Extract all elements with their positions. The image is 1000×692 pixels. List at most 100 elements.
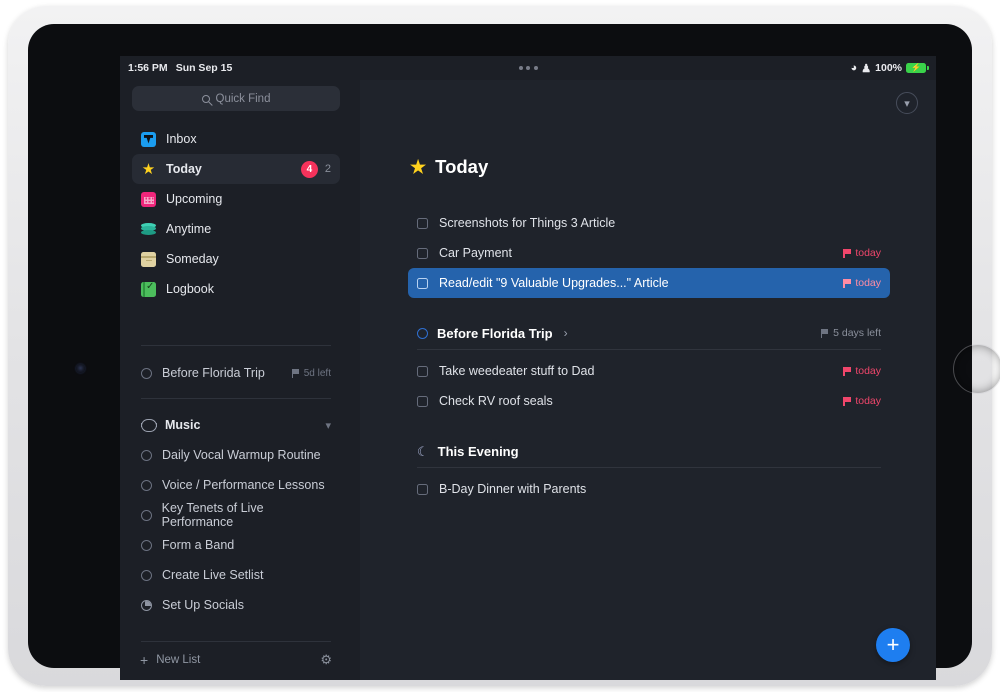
project-circle-icon xyxy=(141,539,152,551)
status-bar-center xyxy=(120,66,936,70)
todo-due-label: today xyxy=(855,365,881,377)
search-input[interactable]: Quick Find xyxy=(132,86,340,111)
star-icon: ★ xyxy=(410,157,427,177)
new-list-button[interactable]: New List xyxy=(156,654,200,666)
todo-title: Check RV roof seals xyxy=(439,394,553,408)
status-badge: 4 xyxy=(300,160,318,178)
sidebar-divider xyxy=(141,345,331,346)
group-title: Before Florida Trip xyxy=(437,325,553,341)
flag-icon xyxy=(843,278,851,288)
sidebar-item-label: Today xyxy=(166,162,202,176)
sidebar-item-logbook[interactable]: Logbook xyxy=(132,274,340,304)
tablet-device-frame: 1:56 PM Sun Sep 15 ◕ ♟ 100% ⚡ Quick Find xyxy=(8,6,1000,686)
flag-icon xyxy=(843,396,851,406)
sidebar-item-inbox[interactable]: Inbox xyxy=(132,124,340,154)
deadline-label: 5d left xyxy=(303,367,331,379)
sidebar-divider xyxy=(141,398,331,399)
star-icon: ★ xyxy=(141,160,156,178)
logbook-icon xyxy=(141,281,156,297)
add-todo-icon[interactable]: + xyxy=(876,628,910,662)
flag-icon xyxy=(291,368,300,378)
group-divider xyxy=(417,467,881,468)
sidebar: Quick Find Inbox ★ Today 4 2 Upcoming An… xyxy=(120,80,360,680)
gear-icon[interactable]: ⚙ xyxy=(320,652,332,668)
sidebar-item-label: Logbook xyxy=(166,282,214,296)
list-item[interactable]: Take weedeater stuff to Dad today xyxy=(408,356,890,386)
group-deadline-label: 5 days left xyxy=(833,327,881,339)
chevron-down-circle-icon[interactable]: ▾ xyxy=(896,92,918,114)
group-meta: 5 days left xyxy=(821,327,881,339)
flag-icon xyxy=(821,328,829,338)
todo-due: today xyxy=(843,365,881,377)
sidebar-footer: + New List ⚙ xyxy=(132,648,340,672)
more-options-icon[interactable] xyxy=(518,66,538,70)
todo-title: Screenshots for Things 3 Article xyxy=(439,216,616,230)
sidebar-item-voice-performance-lessons[interactable]: Voice / Performance Lessons xyxy=(132,470,340,500)
main-content: ▾ ★ Today Screenshots for Things 3 Artic… xyxy=(360,80,936,680)
battery-percent: 100% xyxy=(875,62,902,74)
sidebar-item-today[interactable]: ★ Today 4 2 xyxy=(132,154,340,184)
todo-list: Screenshots for Things 3 Article Car Pay… xyxy=(408,208,890,504)
sidebar-item-label: Someday xyxy=(166,252,219,266)
secondary-count: 2 xyxy=(324,163,331,175)
checkbox-icon[interactable] xyxy=(417,483,428,495)
todo-title: Take weedeater stuff to Dad xyxy=(439,364,595,378)
list-item[interactable]: B-Day Dinner with Parents xyxy=(408,474,890,504)
sidebar-item-label: Upcoming xyxy=(166,192,223,206)
project-circle-icon xyxy=(141,479,152,491)
wifi-icon: ◕ xyxy=(850,62,858,74)
page-title: ★ Today xyxy=(410,156,488,178)
group-header-this-evening[interactable]: ☾ This Evening xyxy=(408,438,890,464)
project-progress-icon xyxy=(141,599,152,611)
list-item[interactable]: Check RV roof seals today xyxy=(408,386,890,416)
todo-due: today xyxy=(843,395,881,407)
chevron-down-icon[interactable]: ▾ xyxy=(325,419,331,432)
battery-charging-icon: ⚡ xyxy=(906,63,929,73)
sidebar-item-key-tenets-of-live-performance[interactable]: Key Tenets of Live Performance xyxy=(132,500,340,530)
list-item[interactable]: Car Payment today xyxy=(408,238,890,268)
plus-icon[interactable]: + xyxy=(140,653,148,667)
todo-due: today xyxy=(843,277,881,289)
todo-due-label: today xyxy=(855,395,881,407)
checkbox-icon[interactable] xyxy=(417,217,428,229)
sidebar-item-anytime[interactable]: Anytime xyxy=(132,214,340,244)
checkbox-icon[interactable] xyxy=(417,365,428,377)
list-item[interactable]: Screenshots for Things 3 Article xyxy=(408,208,890,238)
sidebar-item-upcoming[interactable]: Upcoming xyxy=(132,184,340,214)
device-bezel: 1:56 PM Sun Sep 15 ◕ ♟ 100% ⚡ Quick Find xyxy=(28,24,1000,680)
layers-icon xyxy=(141,222,156,237)
sidebar-area-music: Music ▾ Daily Vocal Warmup Routine Voice… xyxy=(132,410,340,620)
sidebar-item-counts: 4 2 xyxy=(300,160,331,178)
flag-icon xyxy=(843,366,851,376)
checkbox-icon[interactable] xyxy=(417,277,428,289)
sidebar-item-set-up-socials[interactable]: Set Up Socials xyxy=(132,590,340,620)
project-circle-icon xyxy=(141,569,152,581)
group-title: This Evening xyxy=(437,443,519,459)
chevron-right-icon[interactable]: › xyxy=(564,326,568,340)
inbox-icon xyxy=(141,131,156,147)
calendar-icon xyxy=(141,191,156,207)
sidebar-item-create-live-setlist[interactable]: Create Live Setlist xyxy=(132,560,340,590)
sidebar-area-header[interactable]: Music ▾ xyxy=(132,410,340,440)
group-header-before-florida-trip[interactable]: Before Florida Trip › 5 days left xyxy=(408,320,890,346)
todo-title: Read/edit "9 Valuable Upgrades..." Artic… xyxy=(439,276,669,290)
sidebar-item-label: Set Up Socials xyxy=(162,598,244,612)
sidebar-item-label: Voice / Performance Lessons xyxy=(162,478,325,492)
sidebar-item-label: Create Live Setlist xyxy=(162,568,264,582)
sidebar-item-form-a-band[interactable]: Form a Band xyxy=(132,530,340,560)
project-circle-icon xyxy=(141,509,152,521)
group-divider xyxy=(417,349,881,350)
sidebar-item-label: Daily Vocal Warmup Routine xyxy=(162,448,321,462)
app-screen: 1:56 PM Sun Sep 15 ◕ ♟ 100% ⚡ Quick Find xyxy=(120,56,936,680)
sidebar-item-label: Before Florida Trip xyxy=(162,366,265,380)
checkbox-icon[interactable] xyxy=(417,395,428,407)
list-item[interactable]: Read/edit "9 Valuable Upgrades..." Artic… xyxy=(408,268,890,298)
checkbox-icon[interactable] xyxy=(417,247,428,259)
sidebar-item-meta: 5d left xyxy=(291,367,331,379)
home-indicator-ring xyxy=(953,344,1000,394)
sidebar-item-before-florida-trip[interactable]: Before Florida Trip 5d left xyxy=(132,358,340,388)
sidebar-area-label: Music xyxy=(165,418,201,432)
todo-due: today xyxy=(843,247,881,259)
sidebar-item-daily-vocal-warmup-routine[interactable]: Daily Vocal Warmup Routine xyxy=(132,440,340,470)
sidebar-item-someday[interactable]: Someday xyxy=(132,244,340,274)
